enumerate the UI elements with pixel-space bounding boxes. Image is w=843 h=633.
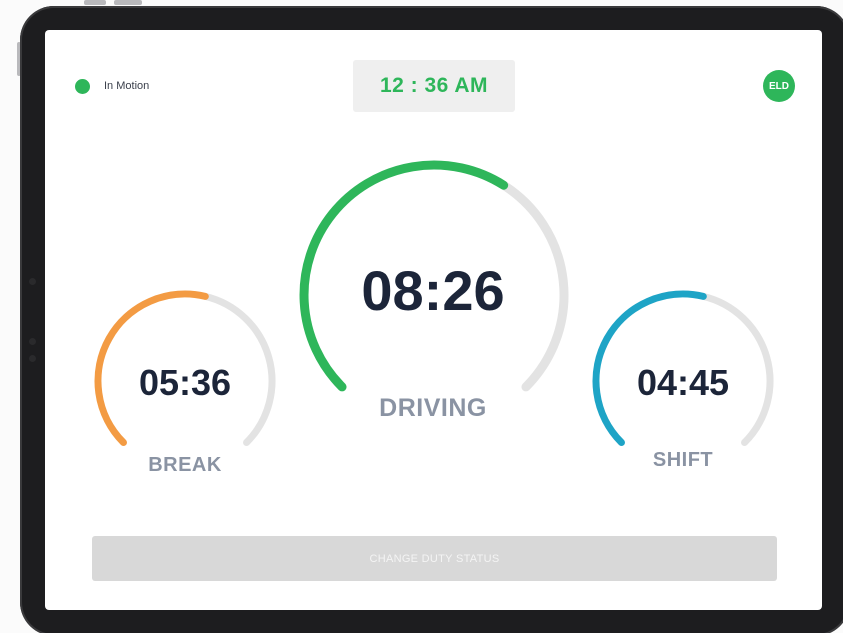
shift-label: SHIFT [652, 449, 714, 471]
sensor-dot [29, 338, 36, 345]
shift-timer-value: 04:45 [636, 362, 730, 403]
break-timer-value: 05:36 [138, 362, 232, 403]
camera-dot [29, 278, 36, 285]
volume-button-top-2 [114, 0, 142, 5]
driving-label: DRIVING [379, 394, 487, 422]
change-duty-status-button[interactable]: CHANGE DUTY STATUS [92, 536, 777, 581]
change-duty-status-label: CHANGE DUTY STATUS [369, 552, 500, 565]
break-label: BREAK [148, 454, 222, 476]
tablet-screen: In Motion 12 : 36 AM ELD 05:36 BREAK 08:… [45, 30, 822, 610]
volume-button-top [84, 0, 106, 5]
driving-timer-value: 08:26 [361, 259, 505, 322]
app-window: In Motion 12 : 36 AM ELD 05:36 BREAK 08:… [0, 0, 843, 633]
sensor-dot-2 [29, 355, 36, 362]
